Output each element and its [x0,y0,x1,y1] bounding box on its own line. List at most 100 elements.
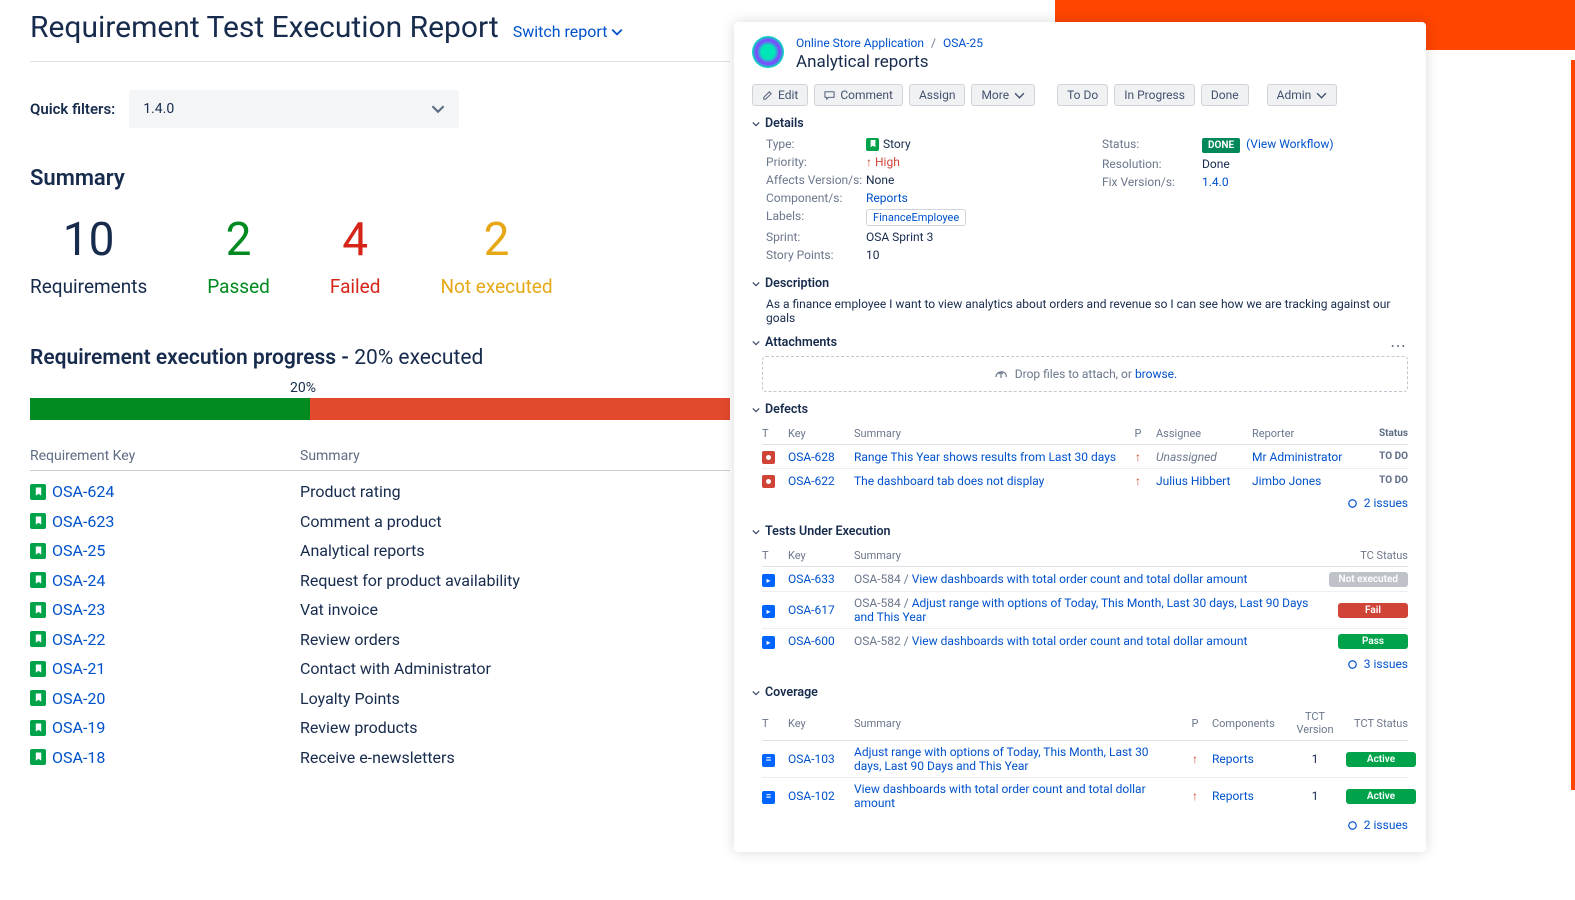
defect-summary-link[interactable]: The dashboard tab does not display [854,474,1044,488]
in-progress-button[interactable]: In Progress [1114,84,1195,106]
requirement-key-link[interactable]: OSA-18 [30,748,105,767]
requirement-key-link[interactable]: OSA-22 [30,630,105,649]
story-icon [30,661,46,677]
test-summary-link[interactable]: View dashboards with total order count a… [912,634,1248,648]
requirement-key-link[interactable]: OSA-25 [30,541,105,560]
coverage-components[interactable]: Reports [1212,752,1254,766]
requirement-key-link[interactable]: OSA-624 [30,482,114,501]
admin-label: Admin [1277,88,1312,102]
coverage-summary-link[interactable]: View dashboards with total order count a… [854,782,1146,810]
metric-not-executed-value: 2 [440,217,552,263]
type-value: Story [866,137,911,151]
assign-label: Assign [919,88,956,102]
breadcrumb-project[interactable]: Online Store Application [796,36,924,50]
tests-header[interactable]: Tests Under Execution [752,524,891,539]
requirement-key-link[interactable]: OSA-24 [30,571,105,590]
more-button[interactable]: More [971,84,1035,106]
table-row: OSA-623 Comment a product [30,507,730,537]
progress-bar-green [30,398,310,420]
requirement-summary: Vat invoice [300,600,730,619]
coverage-key-link[interactable]: OSA-102 [788,789,835,803]
description-text: As a finance employee I want to view ana… [766,297,1408,325]
description-header[interactable]: Description [752,276,829,291]
requirement-key-link[interactable]: OSA-623 [30,512,114,531]
assign-button[interactable]: Assign [909,84,966,106]
attachments-title: Attachments [765,335,837,350]
fix-version-value[interactable]: 1.4.0 [1202,175,1229,189]
coverage-components[interactable]: Reports [1212,789,1254,803]
sprint-value: OSA Sprint 3 [866,230,933,244]
defect-reporter[interactable]: Jimbo Jones [1252,474,1321,488]
chevron-down-icon [431,102,445,116]
metric-failed-label: Failed [330,275,381,298]
test-key-link[interactable]: OSA-600 [788,634,835,648]
switch-report-link[interactable]: Switch report [513,22,624,41]
table-row: OSA-102 View dashboards with total order… [762,778,1408,814]
attachments-drop-zone[interactable]: Drop files to attach, or browse. [762,356,1408,392]
quick-filter-value: 1.4.0 [143,101,174,117]
table-row: OSA-25 Analytical reports [30,536,730,566]
progress-heading-prefix: Requirement execution progress - [30,346,354,370]
chevron-down-icon [1014,90,1025,101]
coverage-summary-link[interactable]: Adjust range with options of Today, This… [854,745,1149,773]
tests-issues-count[interactable]: 3 issues [762,653,1408,675]
coverage-table: T Key Summary P Components TCT Version T… [762,706,1408,836]
requirement-summary: Product rating [300,482,730,501]
metric-not-executed: 2 Not executed [440,217,552,298]
defect-reporter[interactable]: Mr Administrator [1252,450,1342,464]
coverage-header[interactable]: Coverage [752,685,818,700]
metric-failed-value: 4 [330,217,381,263]
view-workflow-link[interactable]: (View Workflow) [1246,137,1333,151]
test-summary-link[interactable]: Adjust range with options of Today, This… [854,596,1308,624]
defect-assignee[interactable]: Julius Hibbert [1156,474,1230,488]
requirement-key-link[interactable]: OSA-21 [30,659,105,678]
requirement-key-link[interactable]: OSA-19 [30,718,105,737]
to-do-button[interactable]: To Do [1057,84,1108,106]
more-label: More [981,88,1009,102]
story-icon [866,138,879,151]
defects-title: Defects [765,402,808,417]
table-row: OSA-22 Review orders [30,625,730,655]
labels-value[interactable]: FinanceEmployee [866,209,966,226]
metric-failed: 4 Failed [330,217,381,298]
defects-issues-count[interactable]: 2 issues [762,492,1408,514]
test-key-link[interactable]: OSA-617 [788,603,835,617]
status-label: Status: [1102,137,1202,153]
breadcrumb-sep: / [931,36,936,50]
requirement-key-link[interactable]: OSA-20 [30,689,105,708]
metric-requirements-value: 10 [30,217,147,263]
done-button[interactable]: Done [1201,84,1249,106]
requirement-key-link[interactable]: OSA-23 [30,600,105,619]
defect-key-link[interactable]: OSA-628 [788,450,835,464]
comment-icon [824,90,835,101]
test-summary-link[interactable]: View dashboards with total order count a… [912,572,1248,586]
requirement-summary: Contact with Administrator [300,659,730,678]
comment-button[interactable]: Comment [814,84,903,106]
defects-header[interactable]: Defects [752,402,808,417]
edit-button[interactable]: Edit [752,84,808,106]
tests-section: Tests Under Execution T Key Summary TC S… [752,524,1408,675]
template-icon [762,791,775,804]
chevron-down-icon [1316,90,1327,101]
test-key-link[interactable]: OSA-633 [788,572,835,586]
attachments-header[interactable]: Attachments [752,335,837,350]
quick-filter-select[interactable]: 1.4.0 [129,90,459,128]
defect-summary-link[interactable]: Range This Year shows results from Last … [854,450,1116,464]
attachments-section: Attachments ⋯ Drop files to attach, or b… [752,335,1408,392]
coverage-issues-count[interactable]: 2 issues [762,814,1408,836]
edit-label: Edit [778,88,798,102]
browse-link[interactable]: browse. [1135,367,1177,381]
breadcrumb-issue[interactable]: OSA-25 [943,36,983,50]
story-icon [30,513,46,529]
details-header[interactable]: Details [752,116,804,131]
table-row: OSA-19 Review products [30,713,730,743]
template-icon [762,754,775,767]
coverage-key-link[interactable]: OSA-103 [788,752,835,766]
defect-key-link[interactable]: OSA-622 [788,474,835,488]
components-value[interactable]: Reports [866,191,908,205]
execution-icon [762,574,775,587]
details-section: Details Type:Story Priority:High Affects… [752,116,1408,266]
attachments-more-icon[interactable]: ⋯ [1390,336,1408,355]
admin-button[interactable]: Admin [1267,84,1338,106]
priority-value: High [866,155,900,169]
